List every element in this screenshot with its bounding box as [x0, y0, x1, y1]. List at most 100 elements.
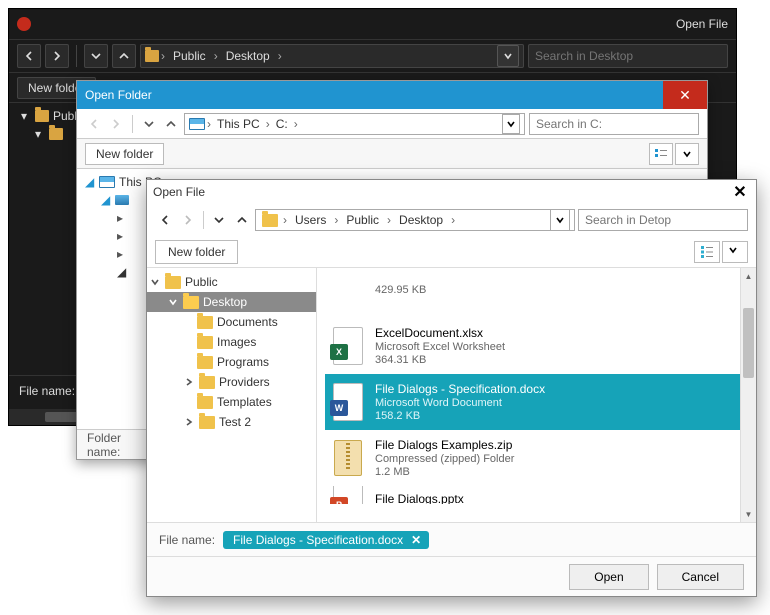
folder-icon [49, 128, 63, 140]
scroll-up-button[interactable]: ▲ [741, 268, 756, 284]
tree-item[interactable]: Images [147, 332, 316, 352]
v-scrollbar[interactable]: ▲ ▼ [740, 268, 756, 522]
expand-toggle[interactable]: ▸ [117, 247, 127, 261]
breadcrumb[interactable]: › This PC › C: › [184, 113, 525, 135]
expand-toggle[interactable]: ◢ [117, 265, 127, 279]
cancel-button[interactable]: Cancel [657, 564, 744, 590]
expand-toggle[interactable] [169, 298, 179, 306]
forward-button[interactable] [107, 115, 125, 133]
folder-icon [199, 376, 215, 389]
breadcrumb-segment[interactable]: Desktop [394, 213, 448, 227]
history-dropdown[interactable] [502, 114, 520, 134]
filename-label: File name: [159, 533, 215, 547]
breadcrumb[interactable]: › Public › Desktop › [140, 44, 524, 68]
expand-toggle[interactable] [185, 378, 195, 386]
view-dropdown[interactable] [722, 241, 748, 263]
chevron-right-icon: › [282, 213, 288, 227]
up-button[interactable] [232, 209, 252, 231]
scroll-down-button[interactable]: ▼ [741, 506, 756, 522]
window-title: Open Folder [85, 88, 152, 102]
clear-filename-icon[interactable]: ✕ [411, 533, 421, 547]
chevron-right-icon: › [294, 117, 298, 131]
chevron-right-icon: › [450, 213, 456, 227]
breadcrumb[interactable]: › Users › Public › Desktop › [255, 209, 575, 231]
up-button[interactable] [112, 44, 136, 68]
breadcrumb-segment[interactable]: Desktop [220, 49, 276, 63]
filename-value: File Dialogs - Specification.docx [233, 533, 403, 547]
expand-toggle[interactable]: ▸ [117, 229, 127, 243]
expand-toggle[interactable]: ◢ [101, 193, 111, 207]
tree-item[interactable]: Templates [147, 392, 316, 412]
scrollbar-thumb[interactable] [743, 308, 754, 378]
breadcrumb-segment[interactable]: C: [272, 117, 292, 131]
tree-item[interactable]: Documents [147, 312, 316, 332]
list-item[interactable]: P File Dialogs.pptx [325, 486, 748, 504]
foldername-label: Folder name: [87, 431, 127, 459]
file-name: File Dialogs.pptx [375, 492, 464, 504]
close-button[interactable]: ✕ [663, 81, 707, 109]
chevron-right-icon: › [278, 49, 282, 63]
tree-item-selected[interactable]: Desktop [147, 292, 316, 312]
tree-item-label: Providers [219, 375, 270, 389]
file-name: File Dialogs - Specification.docx [375, 382, 545, 396]
view-dropdown[interactable] [675, 143, 699, 165]
view-button[interactable] [649, 143, 673, 165]
separator [132, 115, 133, 133]
tree-view[interactable]: Public Desktop Documents Images P [147, 268, 317, 522]
expand-toggle[interactable]: ◢ [85, 175, 95, 189]
list-item[interactable]: X ExcelDocument.xlsx Microsoft Excel Wor… [325, 318, 748, 374]
folder-icon [199, 416, 215, 429]
folder-icon [145, 50, 159, 62]
search-input[interactable] [578, 209, 748, 231]
file-name: File Dialogs Examples.zip [375, 438, 514, 452]
forward-button[interactable] [178, 209, 198, 231]
breadcrumb-segment[interactable]: This PC [213, 117, 264, 131]
file-size: 364.31 KB [375, 354, 505, 366]
action-bar: Open Cancel [147, 556, 756, 596]
breadcrumb-segment[interactable]: Users [290, 213, 331, 227]
tree-item[interactable]: Providers [147, 372, 316, 392]
tree-item-label: Templates [217, 395, 272, 409]
view-button[interactable] [694, 241, 720, 263]
word-file-icon: W [331, 382, 365, 422]
search-input[interactable] [529, 113, 699, 135]
search-input[interactable] [528, 44, 728, 68]
recent-button[interactable] [84, 44, 108, 68]
list-item[interactable]: File Dialogs Examples.zip Compressed (zi… [325, 430, 748, 486]
history-dropdown[interactable] [497, 45, 519, 67]
breadcrumb-segment[interactable]: Public [167, 49, 212, 63]
new-folder-button[interactable]: New folder [155, 240, 238, 264]
back-button[interactable] [155, 209, 175, 231]
tree-item[interactable]: Test 2 [147, 412, 316, 432]
list-item-selected[interactable]: W File Dialogs - Specification.docx Micr… [325, 374, 748, 430]
tree-item-label: Desktop [203, 295, 247, 309]
nav-bar: › Users › Public › Desktop › [147, 204, 756, 236]
nav-bar: › This PC › C: › [77, 109, 707, 139]
expand-toggle[interactable]: ▾ [21, 109, 31, 123]
expand-toggle[interactable]: ▸ [117, 211, 127, 225]
back-button[interactable] [85, 115, 103, 133]
expand-toggle[interactable] [185, 418, 195, 426]
close-button[interactable]: ✕ [730, 182, 750, 202]
breadcrumb-segment[interactable]: Public [341, 213, 384, 227]
open-button[interactable]: Open [569, 564, 648, 590]
expand-toggle[interactable] [151, 278, 161, 286]
list-item[interactable]: 429.95 KB [325, 270, 748, 318]
forward-button[interactable] [45, 44, 69, 68]
close-button[interactable] [17, 17, 31, 31]
expand-toggle[interactable]: ▾ [35, 127, 45, 141]
history-dropdown[interactable] [550, 209, 570, 231]
up-button[interactable] [162, 115, 180, 133]
filename-bar: File name: File Dialogs - Specification.… [147, 522, 756, 556]
new-folder-button[interactable]: New folder [85, 143, 164, 165]
tree-item[interactable]: Programs [147, 352, 316, 372]
tree-item[interactable]: Public [147, 272, 316, 292]
recent-button[interactable] [140, 115, 158, 133]
open-file-dialog: Open File ✕ › Users › Public › Desktop ›… [146, 179, 757, 597]
body: Public Desktop Documents Images P [147, 268, 756, 522]
file-list[interactable]: 429.95 KB X ExcelDocument.xlsx Microsoft… [317, 268, 756, 522]
recent-button[interactable] [209, 209, 229, 231]
zip-file-icon [331, 438, 365, 478]
back-button[interactable] [17, 44, 41, 68]
filename-chip[interactable]: File Dialogs - Specification.docx ✕ [223, 531, 429, 549]
